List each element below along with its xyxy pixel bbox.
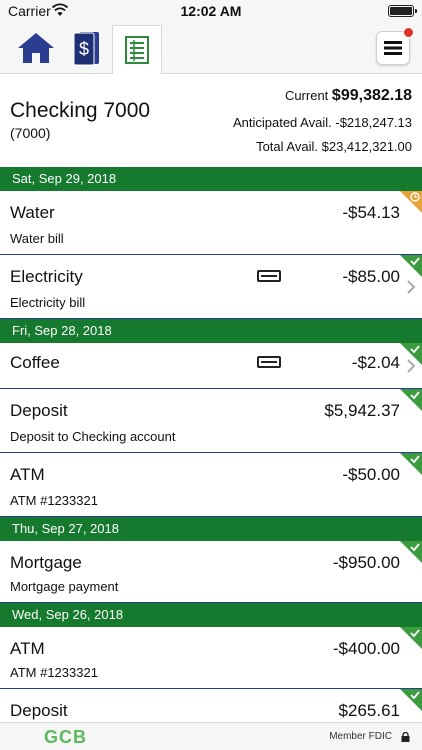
notification-dot bbox=[403, 27, 414, 38]
account-number: (7000) bbox=[10, 125, 51, 141]
transaction-title: Deposit bbox=[10, 701, 68, 720]
check-icon bbox=[410, 691, 420, 700]
check-icon bbox=[410, 257, 420, 266]
member-fdic-label: Member FDIC bbox=[329, 731, 392, 742]
date-header: Fri, Sep 28, 2018 bbox=[0, 319, 422, 343]
transaction-title: ATM bbox=[10, 465, 45, 484]
transaction-amount: -$400.00 bbox=[332, 639, 400, 658]
battery-icon bbox=[388, 5, 417, 17]
transaction-title: Water bbox=[10, 203, 55, 222]
status-bar: Carrier 12:02 AM bbox=[0, 0, 422, 22]
date-header: Thu, Sep 27, 2018 bbox=[0, 517, 422, 541]
transaction-description: Electricity bill bbox=[10, 295, 86, 310]
transaction-description: Deposit to Checking account bbox=[10, 429, 176, 444]
transaction-amount: -$85.00 bbox=[342, 267, 400, 286]
transaction-row[interactable]: Deposit $265.61 bbox=[0, 689, 422, 722]
anticipated-balance-label: Anticipated Avail. bbox=[232, 115, 332, 130]
current-balance-label: Current bbox=[284, 88, 329, 103]
account-name: Checking 7000 bbox=[10, 99, 151, 122]
transaction-amount: $5,942.37 bbox=[324, 401, 400, 420]
chevron-right-icon[interactable] bbox=[406, 279, 416, 295]
menu-icon bbox=[384, 41, 402, 55]
lock-icon bbox=[401, 732, 410, 742]
account-summary: Checking 7000 (7000) Current $99,382.18 … bbox=[0, 75, 422, 167]
transaction-description: ATM #1233321 bbox=[10, 665, 98, 680]
money-icon: $ bbox=[73, 32, 99, 66]
transaction-amount: -$2.04 bbox=[351, 353, 400, 372]
check-icon bbox=[410, 629, 420, 638]
menu-button[interactable] bbox=[376, 27, 414, 65]
transaction-title: Mortgage bbox=[10, 553, 82, 572]
transaction-title: ATM bbox=[10, 639, 45, 658]
top-nav: $ bbox=[0, 22, 422, 74]
svg-text:$: $ bbox=[79, 39, 89, 59]
footer: GCB Member FDIC bbox=[0, 722, 422, 750]
clock: 12:02 AM bbox=[180, 3, 242, 19]
clock-icon bbox=[410, 192, 420, 202]
transaction-title: Coffee bbox=[10, 353, 60, 372]
transaction-row[interactable]: Deposit $5,942.37 Deposit to Checking ac… bbox=[0, 389, 422, 453]
transaction-row[interactable]: Electricity -$85.00 Electricity bill bbox=[0, 255, 422, 319]
transaction-amount: -$54.13 bbox=[342, 203, 400, 222]
transaction-description: Mortgage payment bbox=[10, 579, 119, 594]
date-header: Wed, Sep 26, 2018 bbox=[0, 603, 422, 627]
transaction-description: ATM #1233321 bbox=[10, 493, 98, 508]
transaction-row[interactable]: Coffee -$2.04 bbox=[0, 343, 422, 389]
ledger-icon bbox=[125, 36, 149, 64]
check-icon bbox=[410, 543, 420, 552]
total-balance-value: $23,412,321.00 bbox=[321, 139, 412, 154]
transaction-title: Electricity bbox=[10, 267, 83, 286]
card-icon bbox=[257, 356, 281, 368]
anticipated-balance-value: -$218,247.13 bbox=[335, 115, 412, 130]
date-header: Sat, Sep 29, 2018 bbox=[0, 167, 422, 191]
transaction-row[interactable]: ATM -$400.00 ATM #1233321 bbox=[0, 627, 422, 689]
transaction-description: Water bill bbox=[10, 231, 64, 246]
current-balance-value: $99,382.18 bbox=[331, 87, 412, 104]
check-icon bbox=[410, 345, 420, 354]
transaction-row[interactable]: Mortgage -$950.00 Mortgage payment bbox=[0, 541, 422, 603]
nav-home-button[interactable] bbox=[12, 25, 60, 71]
transaction-row[interactable]: ATM -$50.00 ATM #1233321 bbox=[0, 453, 422, 517]
transaction-amount: -$50.00 bbox=[342, 465, 400, 484]
nav-accounts-button[interactable]: $ bbox=[66, 25, 106, 71]
anticipated-balance: Anticipated Avail. -$218,247.13 bbox=[233, 115, 412, 130]
current-balance: Current $99,382.18 bbox=[285, 87, 412, 105]
transaction-amount: -$950.00 bbox=[332, 553, 400, 572]
total-balance-label: Total Avail. bbox=[256, 139, 318, 154]
chevron-right-icon[interactable] bbox=[406, 358, 416, 374]
transaction-amount: $265.61 bbox=[338, 701, 400, 720]
transaction-title: Deposit bbox=[10, 401, 68, 420]
check-icon bbox=[410, 391, 420, 400]
card-icon bbox=[257, 270, 281, 282]
check-icon bbox=[410, 455, 420, 464]
nav-transactions-button[interactable] bbox=[112, 25, 162, 74]
total-balance: Total Avail. $23,412,321.00 bbox=[256, 139, 412, 154]
transaction-row[interactable]: Water -$54.13 Water bill bbox=[0, 191, 422, 255]
home-icon bbox=[18, 33, 54, 63]
bank-logo: GCB bbox=[44, 727, 87, 747]
